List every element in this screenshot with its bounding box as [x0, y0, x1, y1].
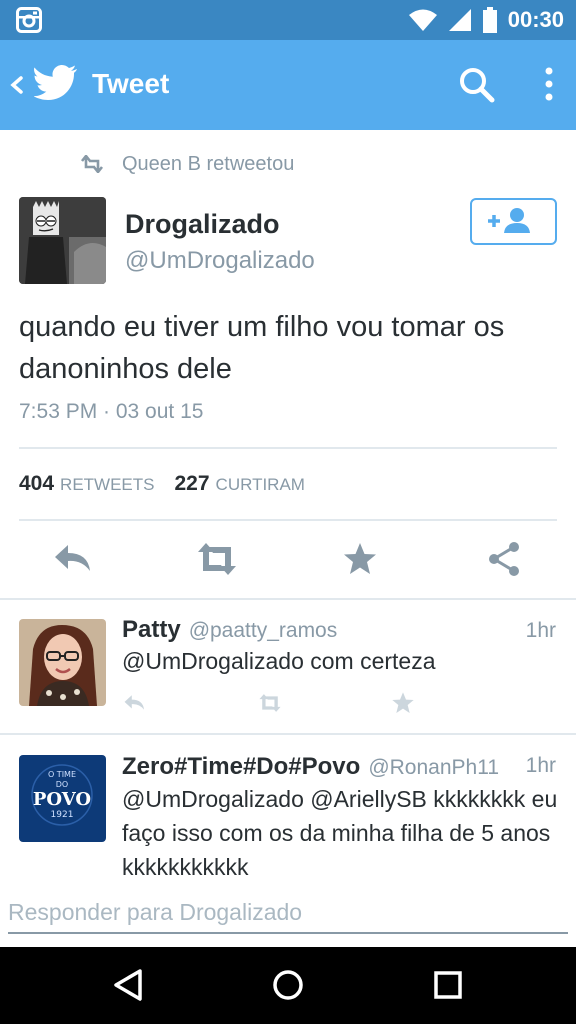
reply-item[interactable]: O TIME DO POVO 1921 Zero#Time#Do#Povo @Ro…	[0, 734, 576, 882]
reply-author-handle[interactable]: @paatty_ramos	[189, 619, 338, 642]
app-bar: Tweet	[0, 40, 576, 130]
tweet-timestamp: 7:53 PM · 03 out 15	[19, 400, 204, 423]
signal-icon	[448, 9, 471, 31]
author-name[interactable]: Drogalizado	[125, 209, 280, 240]
reply-author-name[interactable]: Patty	[122, 616, 181, 643]
battery-icon	[482, 7, 497, 33]
reply-author[interactable]: Patty @paatty_ramos	[122, 616, 337, 644]
retweet-action-icon[interactable]	[195, 541, 239, 577]
nav-recents-icon[interactable]	[430, 967, 466, 1003]
avatar-caption: O TIME	[48, 770, 76, 779]
app-title: Tweet	[92, 68, 170, 99]
avatar-caption: 1921	[51, 810, 74, 820]
author-avatar-image	[19, 197, 106, 284]
reply-avatar[interactable]: O TIME DO POVO 1921	[19, 755, 106, 842]
share-icon[interactable]	[486, 541, 522, 577]
retweets-label[interactable]: RETWEETS	[60, 475, 154, 495]
retweets-count[interactable]: 404	[19, 472, 54, 496]
reply-input[interactable]	[8, 894, 568, 930]
reply-text: @UmDrogalizado com certeza	[122, 648, 436, 674]
reply-author-handle[interactable]: @RonanPh11	[368, 756, 499, 779]
author-handle[interactable]: @UmDrogalizado	[125, 247, 315, 275]
navigation-bar	[0, 947, 576, 1024]
avatar-caption: POVO	[33, 789, 91, 810]
twitter-bird-icon	[34, 65, 77, 100]
reply-avatar-image: O TIME DO POVO 1921	[19, 755, 106, 842]
reply-compose	[8, 894, 568, 934]
tweet-stats: 404 RETWEETS 227 CURTIRAM	[19, 472, 325, 500]
status-bar: 00:30	[0, 0, 576, 40]
follow-icon	[488, 208, 530, 233]
reply-icon[interactable]	[52, 541, 92, 577]
wifi-icon	[408, 9, 437, 31]
reply-time: 1hr	[525, 754, 556, 777]
back-icon[interactable]	[6, 68, 28, 102]
reply-icon[interactable]	[121, 693, 147, 713]
reply-time: 1hr	[525, 619, 556, 642]
reply-text: @UmDrogalizado @AriellySB kkkkkkkk eu fa…	[122, 786, 558, 880]
likes-label[interactable]: CURTIRAM	[216, 475, 305, 495]
tweet-actions	[0, 535, 576, 585]
overflow-menu-icon[interactable]	[538, 64, 560, 104]
follow-button[interactable]	[470, 198, 557, 245]
divider	[19, 447, 557, 449]
reply-item[interactable]: Patty @paatty_ramos 1hr @UmDrogalizado co…	[0, 599, 576, 733]
likes-count[interactable]: 227	[175, 472, 210, 496]
author-avatar[interactable]	[19, 197, 106, 284]
reply-author[interactable]: Zero#Time#Do#Povo @RonanPh11	[122, 753, 499, 781]
star-icon[interactable]	[391, 691, 415, 715]
nav-back-icon[interactable]	[110, 967, 146, 1003]
divider	[19, 519, 557, 521]
retweet-context: Queen B retweetou	[80, 150, 294, 178]
star-icon[interactable]	[342, 541, 378, 577]
nav-home-icon[interactable]	[270, 967, 306, 1003]
reply-author-name[interactable]: Zero#Time#Do#Povo	[122, 753, 360, 780]
reply-avatar-image	[19, 619, 106, 706]
retweet-icon	[80, 155, 104, 173]
retweet-context-label: Queen B retweetou	[122, 152, 295, 175]
search-icon[interactable]	[458, 66, 496, 104]
tweet-text: quando eu tiver um filho vou tomar os da…	[19, 311, 505, 385]
retweet-action-icon[interactable]	[255, 693, 285, 713]
status-time: 00:30	[507, 7, 564, 32]
reply-avatar[interactable]	[19, 619, 106, 706]
instagram-icon	[16, 7, 42, 33]
avatar-caption: DO	[56, 780, 68, 789]
